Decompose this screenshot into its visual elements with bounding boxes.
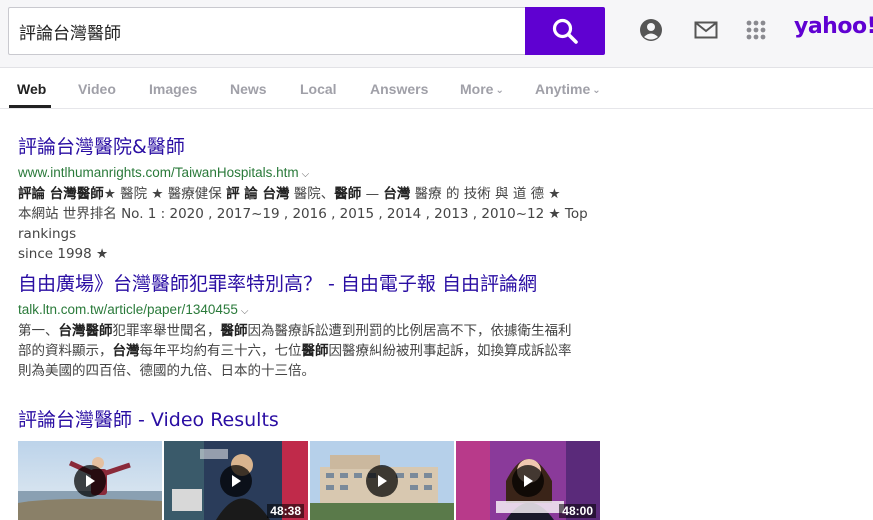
snippet-bold: 評 論 台灣	[226, 186, 290, 202]
snippet-text: 醫院、	[289, 186, 335, 202]
snippet-text: 醫療 的 技術 與 道 德 ★	[410, 186, 561, 202]
result-url-text: www.intlhumanrights.com/TaiwanHospitals.…	[18, 165, 299, 180]
video-duration: 48:38	[267, 504, 304, 518]
result-url[interactable]: talk.ltn.com.tw/article/paper/1340455 ⌵	[18, 302, 618, 317]
snippet-bold: 台灣	[383, 186, 411, 202]
result-title-link[interactable]: 評論台灣醫院&醫師	[18, 132, 618, 159]
snippet-text: 因醫療糾紛被刑事起訴，如換算成訴訟率	[328, 343, 572, 359]
result-snippet: 第一、台灣醫師犯罪率舉世聞名，醫師因為醫療訴訟遭到刑罰的比例居高不下，依據衛生福…	[18, 321, 618, 381]
snippet-bold: 醫師	[334, 186, 362, 202]
play-icon	[512, 465, 544, 497]
snippet-text: 犯罪率舉世聞名，	[112, 323, 221, 339]
result-title-link[interactable]: 自由廣場》台灣醫師犯罪率特別高？ - 自由電子報 自由評論網	[18, 269, 618, 296]
snippet-text: 第一、	[18, 323, 59, 339]
play-icon	[220, 465, 252, 497]
search-box[interactable]	[8, 7, 526, 55]
search-result: 自由廣場》台灣醫師犯罪率特別高？ - 自由電子報 自由評論網 talk.ltn.…	[18, 269, 618, 381]
active-tab-underline	[9, 105, 51, 108]
tab-anytime-label: Anytime	[535, 81, 591, 97]
snippet-bold: 醫師	[220, 323, 248, 339]
video-results-title-link[interactable]: 評論台灣醫師 - Video Results	[18, 405, 279, 432]
snippet-text: 每年平均約有三十六，七位	[139, 343, 302, 359]
play-icon	[74, 465, 106, 497]
search-button[interactable]	[525, 7, 605, 55]
snippet-text: ★ 醫院 ★ 醫療健保	[103, 186, 227, 202]
tab-images[interactable]: Images	[149, 81, 197, 97]
mail-icon[interactable]	[693, 17, 719, 43]
video-thumbnail[interactable]: 48:00	[456, 441, 600, 520]
tab-anytime[interactable]: Anytime ⌄	[535, 81, 601, 97]
yahoo-logo[interactable]: yahoo!	[794, 14, 873, 39]
snippet-bold: 台灣	[112, 343, 140, 359]
tab-video[interactable]: Video	[78, 81, 116, 97]
snippet-text: since 1998 ★	[18, 246, 109, 262]
search-input[interactable]	[9, 8, 526, 54]
video-duration: 48:00	[559, 504, 596, 518]
snippet-text: 則為美國的四百倍、德國的九倍、日本的十三倍。	[18, 363, 315, 379]
chevron-down-icon[interactable]: ⌵	[241, 306, 249, 317]
result-url[interactable]: www.intlhumanrights.com/TaiwanHospitals.…	[18, 165, 618, 180]
chevron-down-icon: ⌄	[592, 85, 601, 96]
header: yahoo!	[0, 0, 873, 68]
result-snippet: 評論 台灣醫師★ 醫院 ★ 醫療健保 評 論 台灣 醫院、醫師 — 台灣 醫療 …	[18, 184, 618, 264]
video-thumbnail[interactable]	[310, 441, 454, 520]
search-result: 評論台灣醫院&醫師 www.intlhumanrights.com/Taiwan…	[18, 132, 618, 264]
account-icon[interactable]	[638, 17, 664, 43]
tab-news[interactable]: News	[230, 81, 267, 97]
play-icon	[366, 465, 398, 497]
chevron-down-icon: ⌄	[495, 85, 504, 96]
snippet-text: 本網站 世界排名 No. 1 : 2020 , 2017~19 , 2016 ,…	[18, 206, 588, 242]
video-thumbnail[interactable]	[18, 441, 162, 520]
snippet-bold: 台灣醫師	[58, 323, 113, 339]
chevron-down-icon[interactable]: ⌵	[302, 169, 310, 180]
snippet-bold: 評論 台灣醫師	[18, 186, 104, 202]
search-tabs: Web Video Images News Local Answers More…	[0, 69, 873, 109]
video-thumbnail[interactable]: 48:38	[164, 441, 308, 520]
apps-icon[interactable]	[743, 17, 769, 43]
search-icon	[552, 18, 578, 44]
tab-more[interactable]: More ⌄	[460, 81, 504, 97]
tab-local[interactable]: Local	[300, 81, 337, 97]
tab-more-label: More	[460, 81, 494, 97]
snippet-bold: 醫師	[301, 343, 329, 359]
snippet-text: 因為醫療訴訟遭到刑罰的比例居高不下，依據衛生福利	[247, 323, 572, 339]
tab-answers[interactable]: Answers	[370, 81, 428, 97]
result-url-text: talk.ltn.com.tw/article/paper/1340455	[18, 302, 238, 317]
video-thumbnails: 48:38 48:00	[18, 441, 602, 520]
snippet-text: —	[361, 186, 384, 202]
snippet-text: 部的資料顯示，	[18, 343, 113, 359]
tab-web[interactable]: Web	[17, 81, 46, 97]
